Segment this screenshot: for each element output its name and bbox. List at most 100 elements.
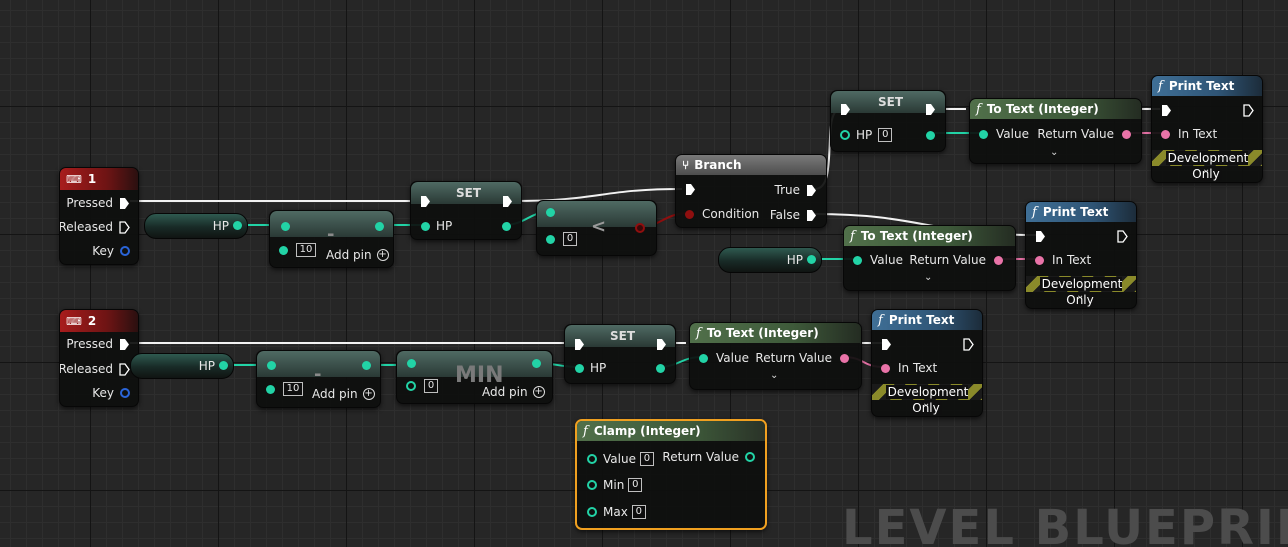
set-hp-node[interactable]: SET HP (410, 181, 522, 240)
chevron-down-icon[interactable]: ⌄ (1050, 147, 1058, 158)
value-pin[interactable]: Value 0 (587, 451, 654, 467)
key-pin-icon[interactable] (120, 388, 130, 398)
key-pin-icon[interactable] (120, 246, 130, 256)
return-value-pin[interactable]: Return Value (909, 252, 1003, 268)
branch-node[interactable]: ⑂ Branch Condition True False (675, 154, 827, 228)
key-event-node-2[interactable]: ⌨ 2 Pressed Released Key (59, 309, 139, 407)
add-pin-button[interactable]: Add pin + (482, 384, 545, 400)
hp-in-pin[interactable]: HP (575, 360, 606, 376)
to-text-node[interactable]: f To Text (Integer) Value Return Value ⌄ (689, 322, 862, 390)
int-in-pin-icon[interactable] (979, 129, 988, 139)
hp-getter-node[interactable]: HP (130, 353, 234, 379)
int-out-pin-icon[interactable] (745, 452, 755, 462)
clamp-max-field[interactable]: 0 (631, 505, 646, 519)
plus-circle-icon[interactable]: + (532, 386, 545, 398)
chevron-down-icon[interactable]: ⌄ (1076, 290, 1084, 301)
return-value-pin[interactable]: Return Value (1037, 126, 1131, 142)
set-hp-node[interactable]: SET HP (564, 324, 676, 384)
exec-out-pin-icon[interactable] (1243, 104, 1254, 117)
subtract-node[interactable]: - 10 Add pin + (269, 210, 394, 268)
clamp-value-field[interactable]: 0 (639, 452, 654, 466)
int-in-pin-icon[interactable] (699, 353, 708, 363)
int-out-pin-icon[interactable] (502, 222, 511, 231)
exec-in-pin-icon[interactable] (574, 338, 585, 351)
blueprint-graph-canvas[interactable]: ⌨ 1 Pressed Released Key HP - 10 Add pin… (0, 0, 1288, 547)
subtract-value-field[interactable]: 10 (283, 382, 303, 396)
exec-out-pin-icon[interactable] (119, 362, 130, 376)
int-out-pin-icon[interactable] (362, 361, 371, 370)
b-pin[interactable]: 0 (546, 231, 577, 247)
less-than-node[interactable]: 0 < (536, 200, 657, 256)
int-in-pin-icon[interactable] (840, 130, 850, 140)
in-text-pin[interactable]: In Text (881, 360, 937, 376)
hp-in-pin[interactable]: HP 0 (840, 127, 893, 143)
plus-circle-icon[interactable]: + (376, 249, 389, 261)
int-out-pin-icon[interactable] (807, 255, 816, 264)
int-out-pin-icon[interactable] (656, 364, 665, 373)
hp-value-field[interactable]: 0 (878, 128, 893, 142)
hp-in-pin[interactable]: HP (421, 218, 452, 234)
b-pin[interactable]: 0 (406, 378, 438, 394)
text-out-pin-icon[interactable] (840, 353, 849, 363)
exec-out-pin-icon[interactable] (806, 209, 817, 222)
exec-in-pin-icon[interactable] (420, 195, 431, 208)
int-out-pin-icon[interactable] (375, 222, 384, 231)
exec-in-pin-icon[interactable] (840, 103, 851, 116)
int-in-pin-icon[interactable] (406, 381, 416, 391)
in-text-pin[interactable]: In Text (1161, 126, 1217, 142)
int-in-pin-icon[interactable] (546, 208, 555, 217)
text-in-pin-icon[interactable] (881, 363, 890, 373)
to-text-node[interactable]: f To Text (Integer) Value Return Value ⌄ (969, 98, 1142, 164)
key-event-node-1[interactable]: ⌨ 1 Pressed Released Key (59, 167, 139, 265)
released-pin[interactable]: Released (60, 219, 130, 235)
int-out-pin-icon[interactable] (532, 359, 541, 368)
exec-out-pin-icon[interactable] (806, 184, 817, 197)
chevron-down-icon[interactable]: ⌄ (770, 370, 778, 381)
pressed-pin[interactable]: Pressed (66, 336, 130, 352)
b-pin[interactable]: 10 (266, 381, 303, 397)
int-out-pin-icon[interactable] (219, 361, 228, 370)
int-out-pin-icon[interactable] (233, 221, 242, 230)
text-out-pin-icon[interactable] (1122, 129, 1131, 139)
b-pin[interactable]: 10 (279, 242, 316, 258)
text-in-pin-icon[interactable] (1161, 129, 1170, 139)
hp-getter-node[interactable]: HP (718, 247, 822, 273)
value-pin[interactable]: Value (979, 126, 1029, 142)
false-pin[interactable]: False (770, 207, 817, 223)
set-hp-node[interactable]: SET HP 0 (830, 90, 946, 152)
exec-out-pin-icon[interactable] (119, 197, 130, 210)
exec-out-pin-icon[interactable] (656, 338, 667, 351)
exec-out-pin-icon[interactable] (925, 103, 936, 116)
clamp-node[interactable]: f Clamp (Integer) Value 0 Return Value M… (575, 419, 767, 530)
compare-value-field[interactable]: 0 (563, 232, 577, 246)
int-out-pin-icon[interactable] (926, 131, 935, 140)
add-pin-button[interactable]: Add pin + (312, 386, 375, 402)
min-value-field[interactable]: 0 (424, 379, 438, 393)
value-pin[interactable]: Value (853, 252, 903, 268)
print-text-node[interactable]: f Print Text In Text Development Only ⌄ (871, 309, 983, 417)
subtract-value-field[interactable]: 10 (296, 243, 316, 257)
chevron-down-icon[interactable]: ⌄ (922, 398, 930, 409)
min-pin[interactable]: Min 0 (587, 477, 643, 493)
int-in-pin-icon[interactable] (279, 245, 288, 255)
value-pin[interactable]: Value (699, 350, 749, 366)
add-pin-button[interactable]: Add pin + (326, 247, 389, 263)
chevron-down-icon[interactable]: ⌄ (924, 272, 932, 283)
int-in-pin-icon[interactable] (281, 222, 290, 231)
clamp-min-field[interactable]: 0 (628, 478, 643, 492)
text-out-pin-icon[interactable] (994, 255, 1003, 265)
condition-pin[interactable]: Condition (685, 206, 759, 222)
exec-out-pin-icon[interactable] (119, 220, 130, 234)
true-pin[interactable]: True (775, 182, 818, 198)
exec-out-pin-icon[interactable] (119, 338, 130, 351)
print-text-node[interactable]: f Print Text In Text Development Only ⌄ (1151, 75, 1263, 183)
min-node[interactable]: 0 MIN Add pin + (396, 350, 553, 404)
subtract-node[interactable]: - 10 Add pin + (256, 350, 381, 408)
int-in-pin-icon[interactable] (587, 454, 597, 464)
exec-in-pin-icon[interactable] (881, 338, 892, 351)
plus-circle-icon[interactable]: + (362, 388, 375, 400)
int-in-pin-icon[interactable] (853, 255, 862, 265)
exec-out-pin-icon[interactable] (1117, 230, 1128, 243)
key-pin[interactable]: Key (92, 243, 130, 259)
exec-in-pin-icon[interactable] (1161, 104, 1172, 117)
